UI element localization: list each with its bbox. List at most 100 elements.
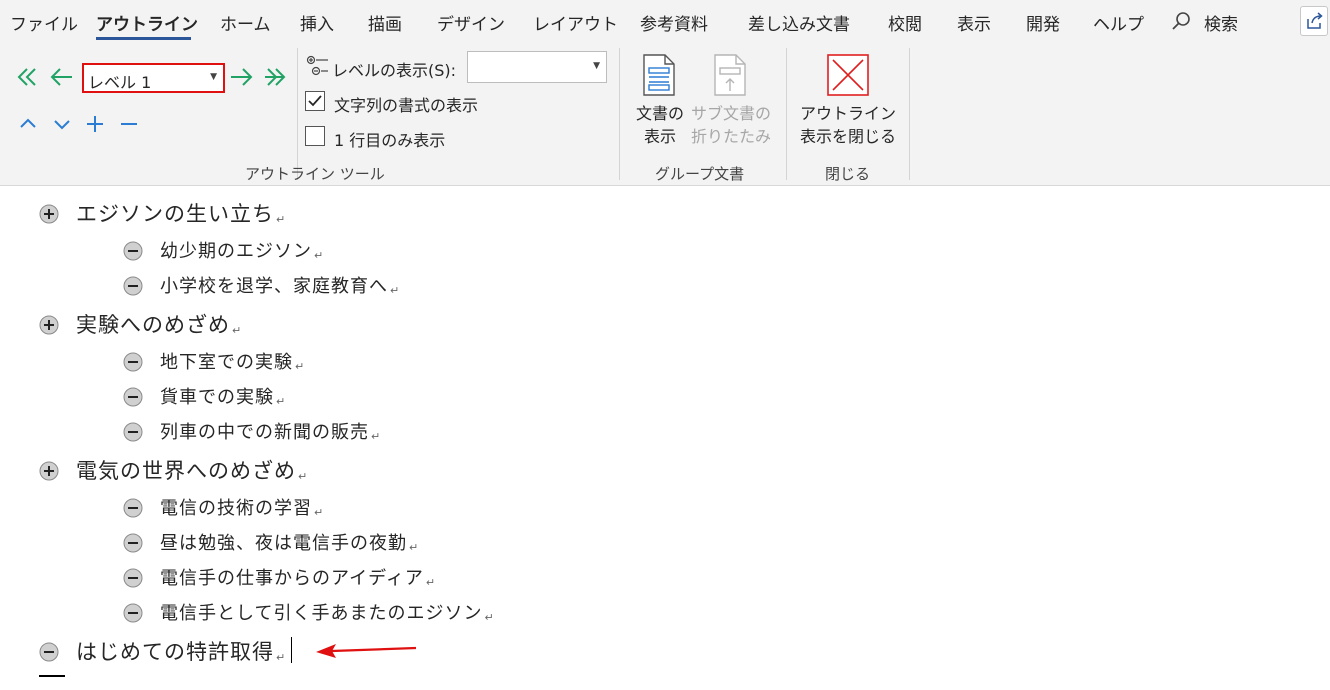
- tab-review[interactable]: 校閲: [888, 10, 922, 35]
- checkmark-icon: [308, 95, 322, 107]
- outline-item-text: 列車の中での新聞の販売: [160, 422, 369, 443]
- tab-file[interactable]: ファイル: [10, 10, 78, 35]
- move-down-icon[interactable]: [49, 111, 75, 137]
- paragraph-mark: ↵: [409, 541, 420, 554]
- tab-insert[interactable]: 挿入: [300, 10, 334, 35]
- outline-minus-icon[interactable]: [39, 642, 59, 662]
- collapse-subdocuments-icon: [714, 54, 746, 96]
- outline-heading-level2[interactable]: 列車の中での新聞の販売 ↵: [160, 418, 381, 444]
- share-button[interactable]: [1300, 6, 1328, 36]
- paragraph-mark: ↵: [390, 284, 401, 297]
- tab-references[interactable]: 参考資料: [640, 10, 708, 35]
- tab-help[interactable]: ヘルプ: [1093, 10, 1144, 35]
- outline-item-text: 幼少期のエジソン: [160, 241, 312, 262]
- show-document-icon[interactable]: [641, 53, 677, 97]
- outline-heading-level1[interactable]: はじめての特許取得 ↵: [76, 636, 286, 666]
- collapse-icon[interactable]: [116, 111, 142, 137]
- paragraph-mark: ↵: [425, 576, 437, 589]
- paragraph-mark: ↵: [276, 651, 287, 664]
- outline-minus-icon[interactable]: [123, 603, 143, 623]
- outline-item-text: 電気の世界へのめざめ: [76, 459, 296, 483]
- outline-heading-level1[interactable]: 実験へのめざめ ↵: [76, 309, 242, 339]
- promote-icon[interactable]: [48, 64, 74, 90]
- paragraph-mark: ↵: [314, 506, 325, 519]
- outline-item-text: 実験へのめざめ: [76, 313, 230, 337]
- collapse-subdocuments-label-line1: サブ文書の: [690, 104, 771, 123]
- show-text-formatting-label: 文字列の書式の表示: [334, 96, 479, 115]
- share-icon: [1307, 12, 1323, 29]
- search-icon[interactable]: [1170, 10, 1192, 32]
- outline-item-text: 昼は勉強、夜は電信手の夜勤: [160, 533, 407, 554]
- show-level-icon: [306, 55, 328, 76]
- outline-item-text: エジソンの生い立ち: [76, 202, 274, 226]
- collapse-subdocuments-label-line2: 折りたたみ: [690, 127, 771, 146]
- paragraph-mark: ↵: [232, 324, 243, 337]
- paragraph-mark: ↵: [276, 395, 287, 408]
- demote-icon[interactable]: [229, 64, 255, 90]
- tab-view[interactable]: 表示: [957, 10, 991, 35]
- outline-item-text: はじめての特許取得: [76, 640, 274, 664]
- outline-heading-level1[interactable]: 電気の世界へのめざめ ↵: [76, 455, 308, 485]
- outline-item-text: 電信手の仕事からのアイディア: [160, 568, 424, 589]
- chevron-down-icon: ▼: [210, 72, 217, 82]
- show-document-label-line1[interactable]: 文書の: [634, 102, 686, 125]
- paragraph-mark: ↵: [298, 470, 309, 483]
- tab-outline[interactable]: アウトライン: [96, 10, 198, 35]
- outline-minus-icon[interactable]: [123, 387, 143, 407]
- outline-heading-level2[interactable]: 地下室での実験 ↵: [160, 348, 305, 374]
- outline-expand-plus-icon[interactable]: [39, 315, 59, 335]
- close-outline-view-icon[interactable]: [827, 54, 869, 96]
- outline-heading-level2[interactable]: 電信手の仕事からのアイディア ↵: [160, 564, 436, 590]
- outline-minus-icon[interactable]: [123, 352, 143, 372]
- outline-minus-icon[interactable]: [123, 498, 143, 518]
- tab-developer[interactable]: 開発: [1026, 10, 1060, 35]
- close-outline-view-label-line2[interactable]: 表示を閉じる: [798, 125, 898, 148]
- outline-heading-level2[interactable]: 電信手として引く手あまたのエジソン ↵: [160, 599, 495, 625]
- outline-expand-plus-icon[interactable]: [39, 461, 59, 481]
- outline-item-text: 電信の技術の学習: [160, 498, 312, 519]
- ribbon-divider: [619, 48, 620, 180]
- show-text-formatting-checkbox[interactable]: [305, 91, 325, 111]
- move-up-icon[interactable]: [15, 111, 41, 137]
- outline-minus-icon[interactable]: [123, 276, 143, 296]
- paragraph-mark: ↵: [314, 249, 325, 262]
- tab-design[interactable]: デザイン: [437, 10, 505, 35]
- tab-home[interactable]: ホーム: [220, 10, 271, 35]
- text-cursor: [291, 637, 292, 663]
- paragraph-mark: ↵: [276, 213, 287, 226]
- outline-heading-level1[interactable]: エジソンの生い立ち ↵: [76, 198, 286, 228]
- show-level-dropdown[interactable]: ▼: [467, 51, 607, 83]
- demote-to-body-text-icon[interactable]: [263, 64, 289, 90]
- outline-minus-icon[interactable]: [123, 422, 143, 442]
- tab-mailings[interactable]: 差し込み文書: [748, 10, 850, 35]
- ribbon-divider: [786, 48, 787, 180]
- master-document-group-label: グループ文書: [655, 165, 745, 183]
- ribbon-divider: [909, 48, 910, 180]
- outline-item-text: 電信手として引く手あまたのエジソン: [160, 603, 483, 624]
- outline-heading-level2[interactable]: 昼は勉強、夜は電信手の夜勤 ↵: [160, 529, 419, 555]
- active-tab-indicator: [96, 37, 191, 40]
- show-first-line-only-label: 1 行目のみ表示: [334, 131, 446, 150]
- expand-icon[interactable]: [82, 111, 108, 137]
- ribbon-divider: [297, 48, 298, 180]
- search-label[interactable]: 検索: [1204, 10, 1238, 35]
- paragraph-mark: ↵: [295, 360, 306, 373]
- outline-minus-icon[interactable]: [123, 568, 143, 588]
- tab-draw[interactable]: 描画: [368, 10, 402, 35]
- outline-level-dropdown[interactable]: レベル 1 ▼: [82, 63, 225, 93]
- tab-layout[interactable]: レイアウト: [533, 10, 618, 35]
- promote-to-heading1-icon[interactable]: [14, 64, 40, 90]
- outline-heading-level2[interactable]: 電信の技術の学習 ↵: [160, 494, 324, 520]
- outline-heading-level2[interactable]: 小学校を退学、家庭教育へ ↵: [160, 272, 400, 298]
- outline-expand-plus-icon[interactable]: [39, 204, 59, 224]
- outline-item-text: 小学校を退学、家庭教育へ: [160, 276, 388, 297]
- show-document-label-line2[interactable]: 表示: [634, 125, 686, 148]
- outline-minus-icon[interactable]: [123, 241, 143, 261]
- red-arrow-annotation-icon: [316, 644, 417, 658]
- show-first-line-only-checkbox[interactable]: [305, 126, 325, 146]
- close-group-label: 閉じる: [825, 165, 871, 183]
- close-outline-view-label-line1[interactable]: アウトライン: [798, 102, 898, 125]
- outline-heading-level2[interactable]: 幼少期のエジソン ↵: [160, 237, 324, 263]
- outline-minus-icon[interactable]: [123, 533, 143, 553]
- outline-heading-level2[interactable]: 貨車での実験 ↵: [160, 383, 286, 409]
